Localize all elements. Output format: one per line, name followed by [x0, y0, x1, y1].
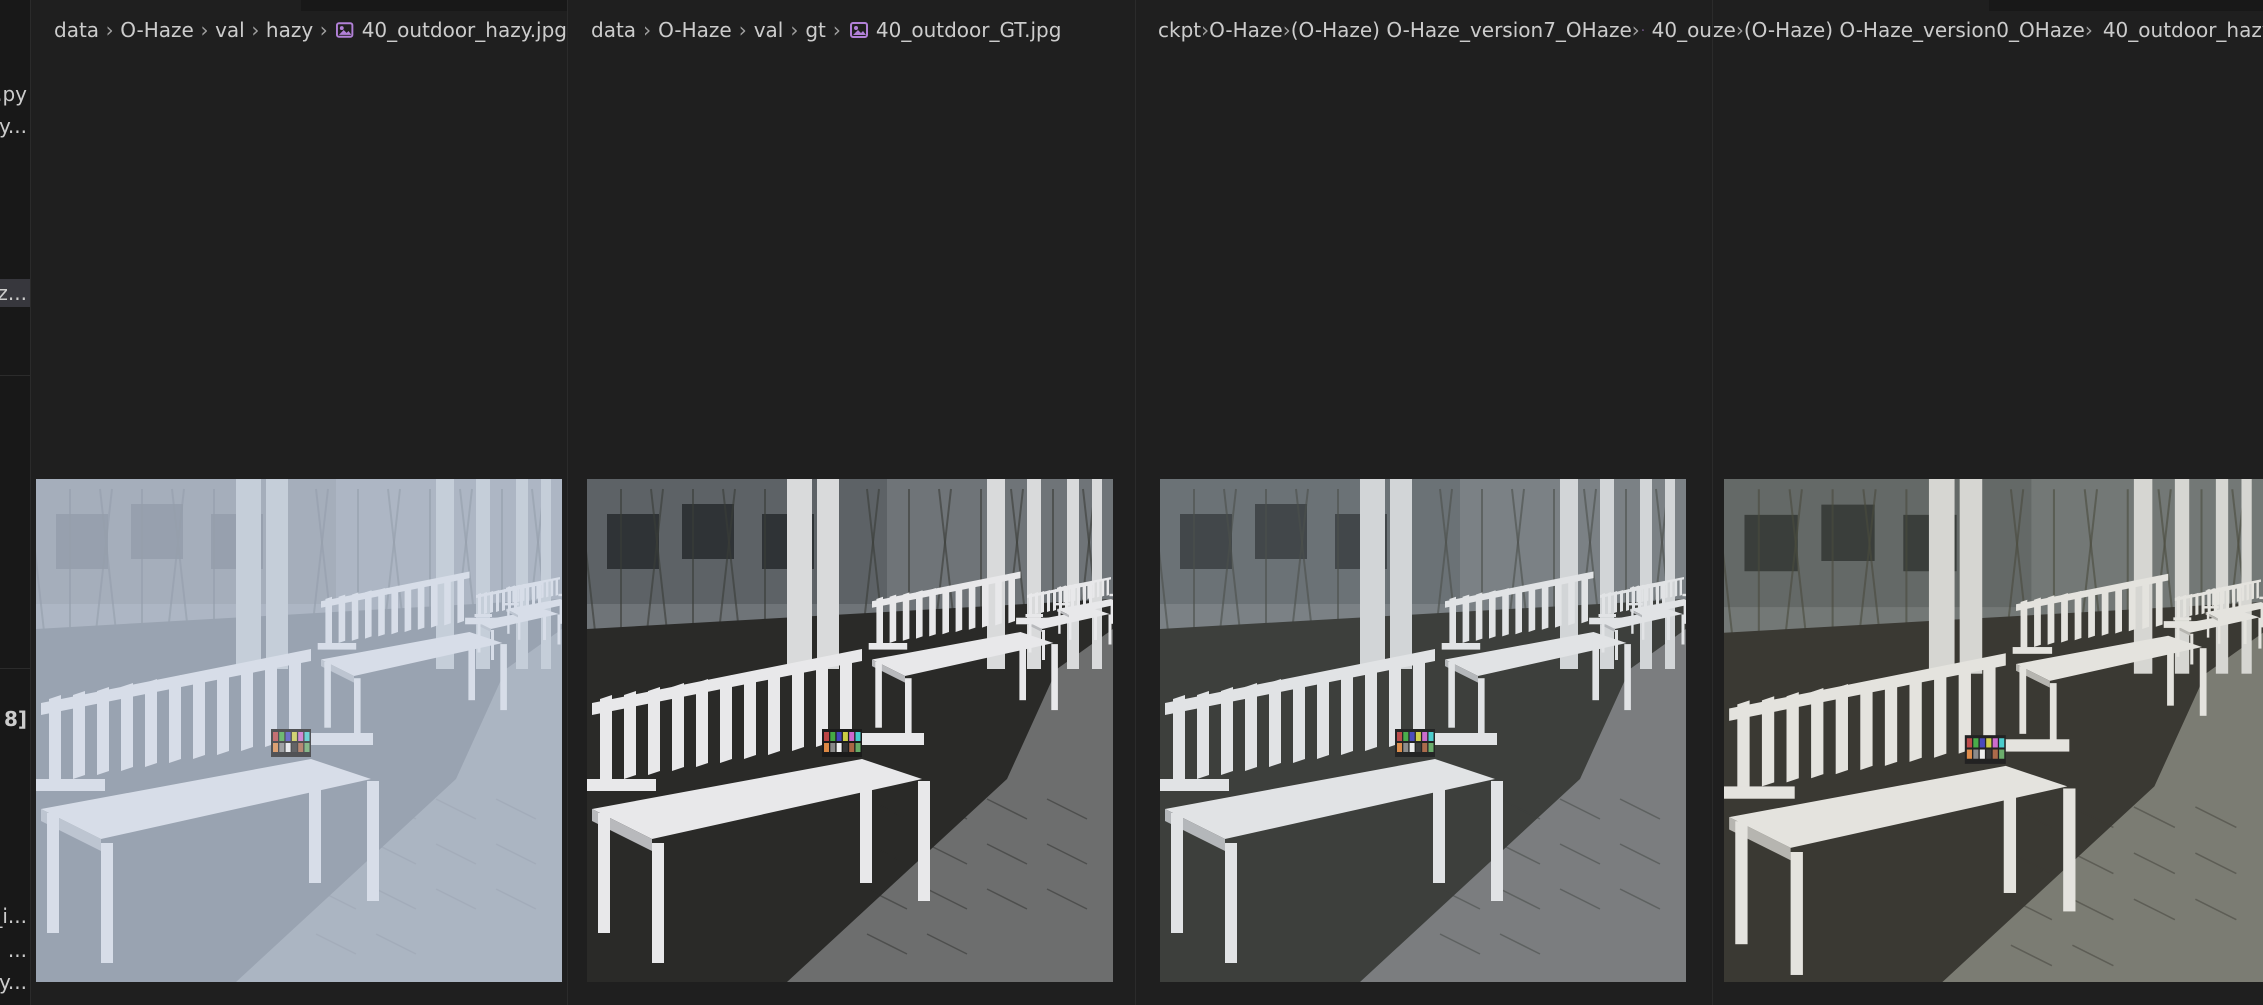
chevron-right-icon: › [2084, 18, 2093, 42]
breadcrumb: data › O-Haze › val › gt › 40_outdoor_GT… [568, 14, 1135, 46]
chevron-right-icon: › [790, 18, 799, 42]
bench-photo [36, 479, 562, 982]
image-preview[interactable] [1724, 479, 2263, 982]
breadcrumb-file[interactable]: 40_outdoor_GT.jpg [876, 18, 1062, 42]
chevron-right-icon: › [1735, 18, 1744, 42]
breadcrumb-file[interactable]: 40_outdoor_hazy.jpg [362, 18, 567, 42]
breadcrumb-item[interactable]: O-Haze [120, 18, 194, 42]
image-preview[interactable] [1160, 479, 1686, 982]
breadcrumb-file[interactable]: 40_outdoor_hazy.p [2103, 18, 2263, 42]
tab-strip [1989, 0, 2263, 11]
editor-group-version7: ckpt › O-Haze › (O-Haze) O-Haze_version7… [1136, 0, 1713, 1005]
image-preview[interactable] [36, 479, 562, 982]
breadcrumb: ze › (O-Haze) O-Haze_version0_OHaze › 40… [1713, 14, 2263, 46]
breadcrumb-file[interactable]: 40_ou [1652, 18, 1712, 42]
breadcrumb: ckpt › O-Haze › (O-Haze) O-Haze_version7… [1136, 14, 1712, 46]
explorer-item[interactable]: _i... [0, 904, 27, 928]
chevron-right-icon: › [643, 18, 652, 42]
breadcrumb: data › O-Haze › val › hazy › 40_outdoor_… [31, 14, 567, 46]
breadcrumb-item[interactable]: ze [1713, 18, 1736, 42]
explorer-item[interactable]: y... [0, 114, 27, 138]
breadcrumb-item[interactable]: data [54, 18, 99, 42]
breadcrumb-item[interactable]: (O-Haze) O-Haze_version7_OHaze [1291, 18, 1632, 42]
image-file-icon [336, 22, 354, 38]
bench-photo [587, 479, 1113, 982]
explorer-sidebar: .py y... z... 8] _i... ... y... [0, 0, 31, 1005]
chevron-right-icon: › [200, 18, 209, 42]
image-file-icon [849, 22, 868, 38]
editor-group-version0: ze › (O-Haze) O-Haze_version0_OHaze › 40… [1713, 0, 2263, 1005]
breadcrumb-item[interactable]: data [591, 18, 636, 42]
explorer-item[interactable]: y... [0, 970, 27, 994]
breadcrumb-item[interactable]: gt [805, 18, 826, 42]
tab-strip [301, 0, 567, 11]
explorer-item[interactable]: ... [8, 938, 27, 962]
chevron-right-icon: › [1282, 18, 1291, 42]
editor-group-gt: data › O-Haze › val › gt › 40_outdoor_GT… [568, 0, 1136, 1005]
chevron-right-icon: › [1201, 18, 1210, 42]
divider [0, 375, 30, 376]
breadcrumb-item[interactable]: O-Haze [658, 18, 732, 42]
explorer-item[interactable]: 8] [4, 707, 27, 731]
editor-group-hazy: data › O-Haze › val › hazy › 40_outdoor_… [31, 0, 568, 1005]
image-file-icon [1641, 29, 1644, 31]
bench-photo [1160, 479, 1686, 982]
divider [0, 668, 30, 669]
breadcrumb-item[interactable]: O-Haze [1209, 18, 1283, 42]
bench-photo [1724, 479, 2263, 982]
explorer-item[interactable]: z... [0, 281, 27, 305]
breadcrumb-item[interactable]: hazy [266, 18, 313, 42]
chevron-right-icon: › [105, 18, 114, 42]
chevron-right-icon: › [251, 18, 260, 42]
chevron-right-icon: › [1631, 18, 1640, 42]
breadcrumb-item[interactable]: ckpt [1158, 18, 1201, 42]
breadcrumb-item[interactable]: val [754, 18, 784, 42]
breadcrumb-item[interactable]: (O-Haze) O-Haze_version0_OHaze [1744, 18, 2085, 42]
chevron-right-icon: › [319, 18, 328, 42]
chevron-right-icon: › [832, 18, 841, 42]
image-preview[interactable] [587, 479, 1113, 982]
chevron-right-icon: › [738, 18, 747, 42]
explorer-item[interactable]: .py [0, 82, 27, 106]
breadcrumb-item[interactable]: val [215, 18, 245, 42]
